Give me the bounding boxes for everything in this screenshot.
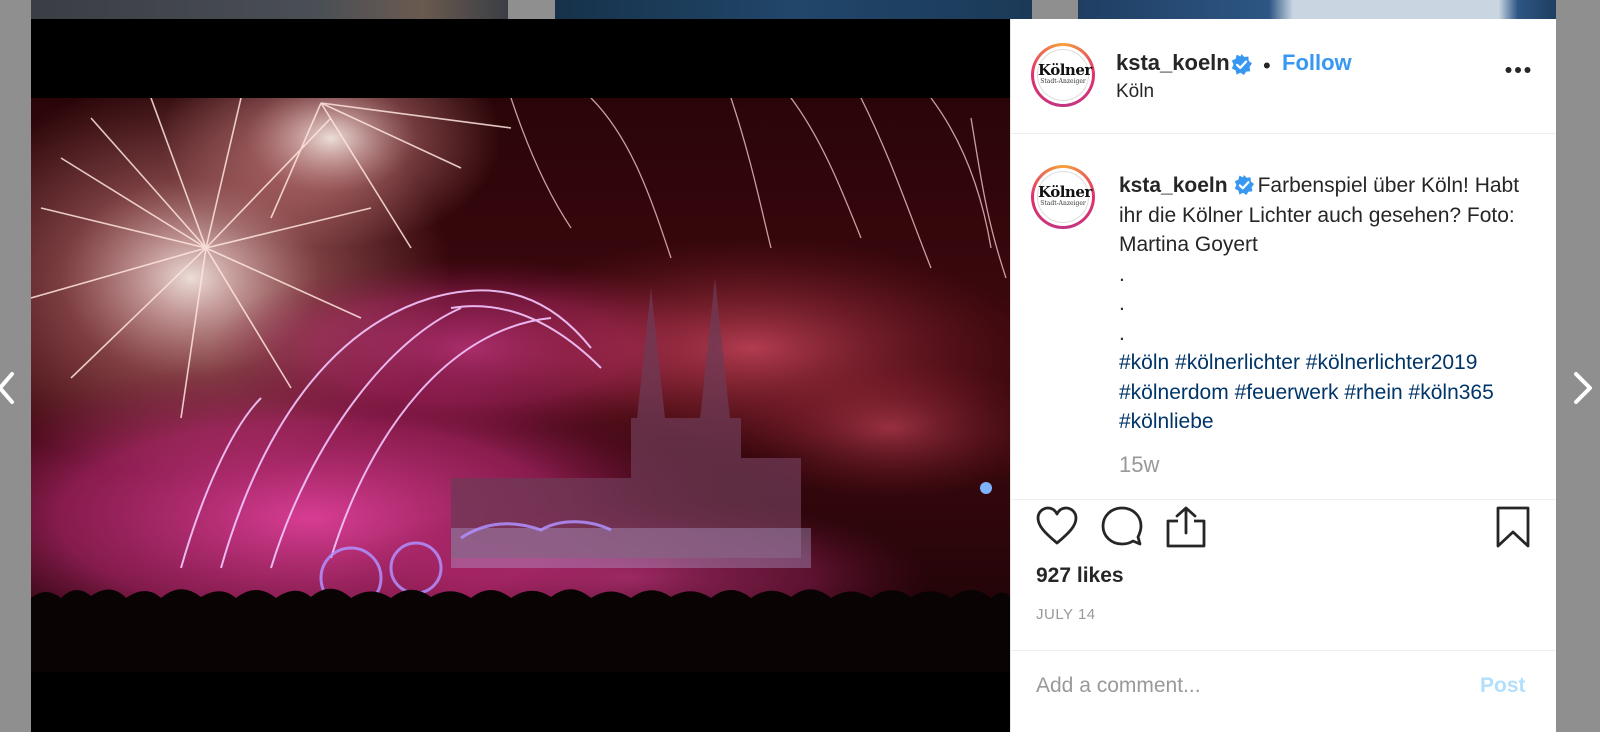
- background-post-thumbnail[interactable]: [31, 0, 508, 19]
- post-comment-button[interactable]: Post: [1480, 674, 1526, 698]
- caption: ksta_koeln Farbenspiel über Köln! Habt ih…: [1119, 171, 1539, 437]
- header-separator: •: [1263, 53, 1271, 78]
- follow-button[interactable]: Follow: [1282, 50, 1352, 76]
- hashtag-link[interactable]: #köln: [1119, 351, 1169, 374]
- actions-divider: [1011, 499, 1556, 500]
- chevron-left-icon[interactable]: [0, 368, 24, 408]
- caption-dot: .: [1119, 321, 1125, 345]
- hashtag-link[interactable]: #köln365: [1409, 381, 1494, 404]
- caption-username[interactable]: ksta_koeln: [1119, 174, 1228, 197]
- hashtag-link[interactable]: #kölnerlichter: [1175, 351, 1300, 374]
- background-post-thumbnail[interactable]: [555, 0, 1032, 19]
- avatar-logo-subtext: Stadt-Anzeiger: [1040, 200, 1086, 207]
- avatar[interactable]: Kölner Stadt-Anzeiger: [1031, 43, 1095, 107]
- caption-dot: .: [1119, 262, 1125, 286]
- caption-dot: .: [1119, 292, 1125, 315]
- comment-divider: [1011, 650, 1556, 651]
- hashtag-link[interactable]: #feuerwerk: [1235, 381, 1339, 404]
- header-location[interactable]: Köln: [1116, 81, 1154, 103]
- comment-icon[interactable]: [1100, 505, 1144, 549]
- avatar-logo-text: Kölner: [1038, 61, 1092, 79]
- header-username[interactable]: ksta_koeln: [1116, 50, 1230, 76]
- post-side-panel: Kölner Stadt-Anzeiger ksta_koeln Köln Kö…: [1010, 19, 1556, 732]
- post-time-ago[interactable]: 15w: [1119, 452, 1159, 478]
- hashtag-link[interactable]: #kölnerdom: [1119, 381, 1229, 404]
- avatar-logo-text: Kölner: [1038, 183, 1092, 201]
- verified-badge-icon: [1231, 54, 1252, 75]
- background-post-thumbnail[interactable]: [1078, 0, 1556, 19]
- likes-count[interactable]: 927 likes: [1036, 564, 1124, 588]
- avatar-logo-subtext: Stadt-Anzeiger: [1040, 78, 1086, 85]
- hashtag-link[interactable]: #rhein: [1344, 381, 1402, 404]
- verified-badge-icon: [1234, 175, 1254, 195]
- chevron-right-icon[interactable]: [1568, 368, 1598, 408]
- post-photo[interactable]: [31, 98, 1010, 672]
- post-date[interactable]: JULY 14: [1036, 606, 1096, 623]
- bookmark-icon[interactable]: [1491, 505, 1535, 549]
- caption-avatar[interactable]: Kölner Stadt-Anzeiger: [1031, 165, 1095, 229]
- hashtag-link[interactable]: #kölnerlichter2019: [1306, 351, 1478, 374]
- share-icon[interactable]: [1164, 505, 1208, 549]
- header-divider: [1011, 133, 1556, 134]
- comment-input[interactable]: [1036, 674, 1456, 698]
- post-photo-area: [31, 19, 1010, 732]
- hashtag-link[interactable]: #kölnliebe: [1119, 410, 1214, 433]
- heart-icon[interactable]: [1035, 505, 1079, 549]
- more-horizontal-icon[interactable]: [1505, 66, 1531, 74]
